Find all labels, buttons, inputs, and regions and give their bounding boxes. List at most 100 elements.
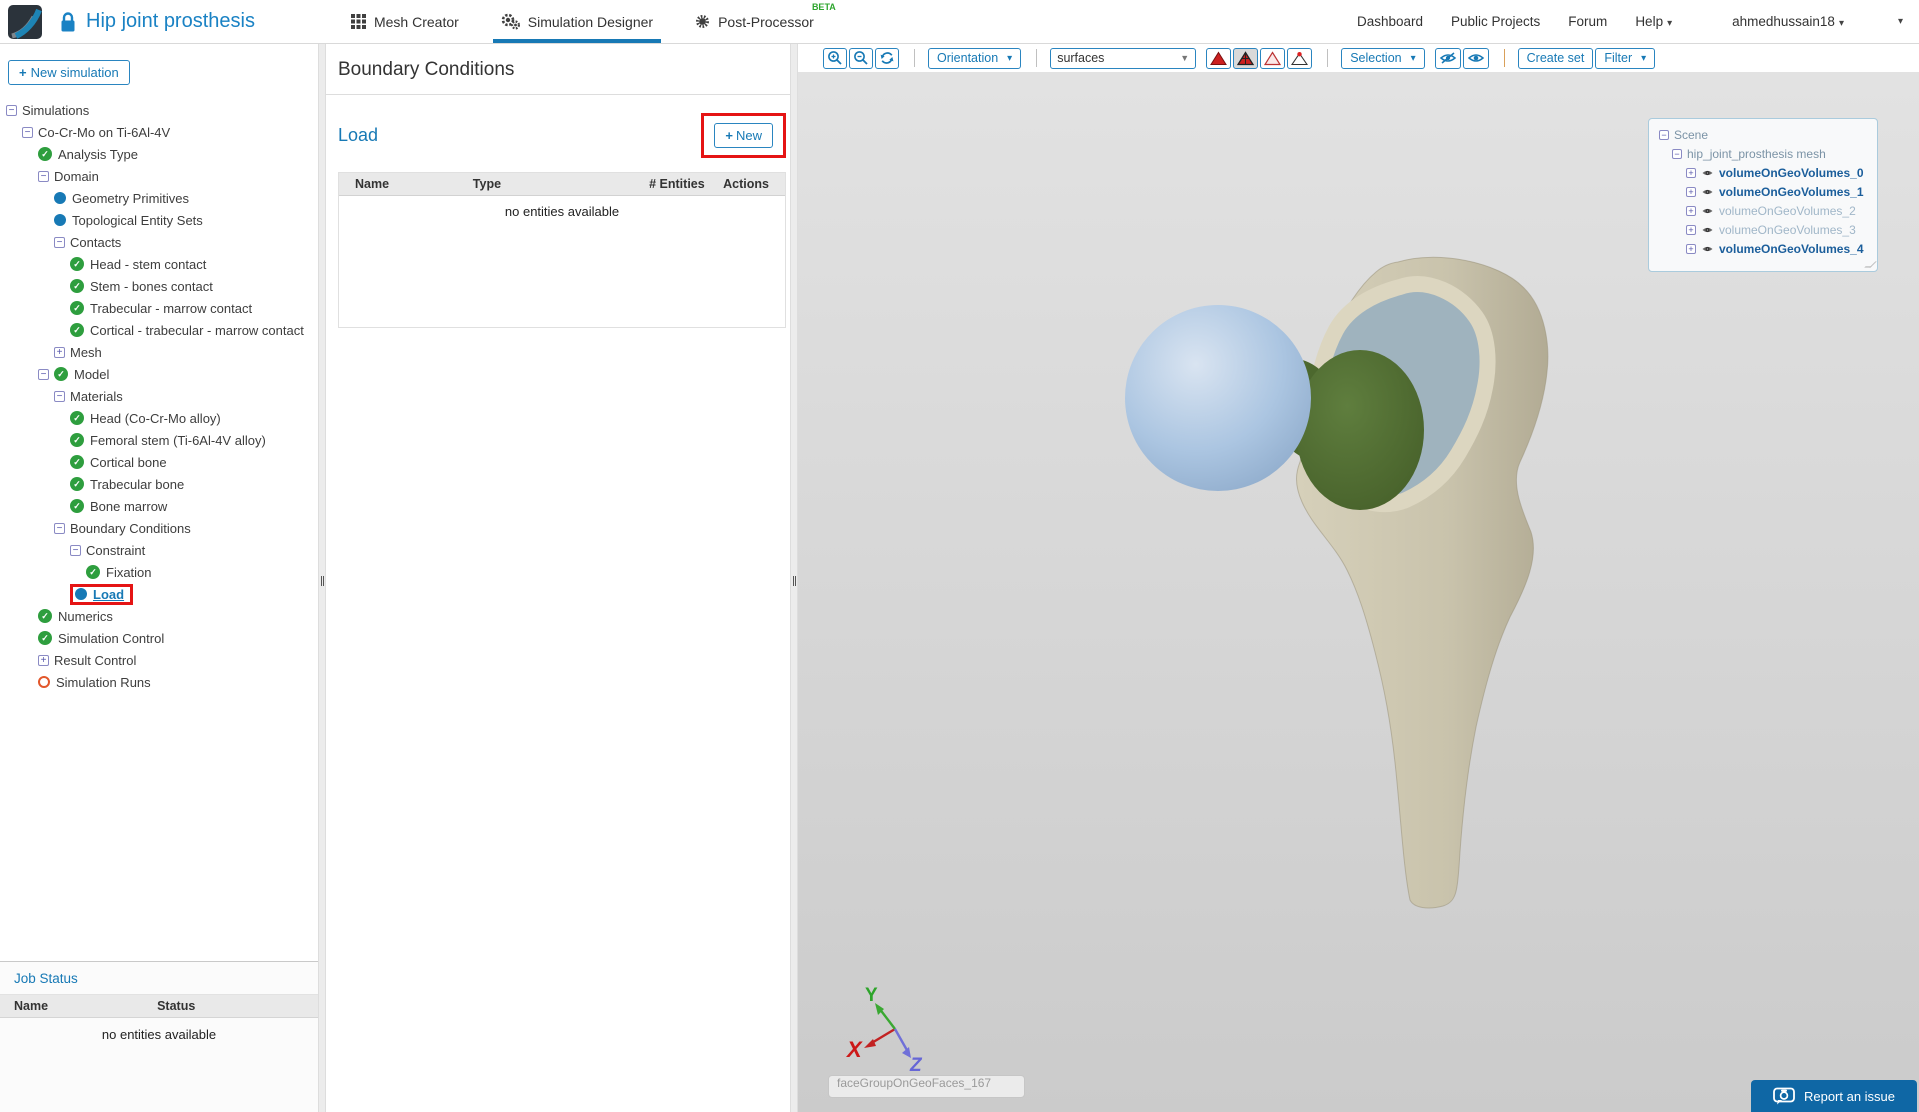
eye-icon[interactable] bbox=[1701, 206, 1714, 216]
tree-item-label: Simulation Runs bbox=[56, 674, 151, 690]
sidebar-tree-item[interactable]: ✓ Analysis Type bbox=[0, 143, 318, 165]
sidebar-tree-item[interactable]: Simulation Runs bbox=[0, 671, 318, 693]
create-set-button[interactable]: Create set bbox=[1517, 47, 1594, 69]
resize-grip-icon[interactable] bbox=[1864, 261, 1877, 268]
render-mode-points-button[interactable] bbox=[1287, 47, 1313, 69]
tree-expander-icon[interactable]: + bbox=[38, 654, 49, 666]
sidebar-tree-item[interactable]: − Co-Cr-Mo on Ti-6Al-4V bbox=[0, 121, 318, 143]
face-name-input[interactable] bbox=[828, 1075, 1025, 1098]
sidebar-tree-item[interactable]: − Constraint bbox=[0, 539, 318, 561]
hide-selected-button[interactable] bbox=[1434, 47, 1461, 69]
scene-volume-row[interactable]: + volumeOnGeoVolumes_2 bbox=[1659, 203, 1871, 219]
render-mode-select[interactable]: surfaces ▼ bbox=[1050, 47, 1197, 69]
nav-public-projects[interactable]: Public Projects bbox=[1451, 14, 1540, 29]
nav-dashboard[interactable]: Dashboard bbox=[1357, 14, 1423, 29]
3d-canvas[interactable]: X Y Z − Scene − hip_joint_prosthesis mes… bbox=[798, 72, 1919, 1112]
sidebar-tree-item[interactable]: − Simulations bbox=[0, 99, 318, 121]
tree-expander-icon[interactable]: + bbox=[54, 346, 65, 358]
eye-icon[interactable] bbox=[1701, 168, 1714, 178]
sidebar-tree-item[interactable]: − Materials bbox=[0, 385, 318, 407]
scene-volume-row[interactable]: + volumeOnGeoVolumes_0 bbox=[1659, 165, 1871, 181]
load-table-empty-text: no entities available bbox=[504, 204, 620, 219]
sidebar-tree-item[interactable]: ✓ Fixation bbox=[0, 561, 318, 583]
sidebar-tree-item[interactable]: Load bbox=[0, 583, 318, 605]
sidebar-tree-item[interactable]: − ✓ Model bbox=[0, 363, 318, 385]
eye-icon[interactable] bbox=[1701, 187, 1714, 197]
render-mode-wireframe-button[interactable] bbox=[1260, 47, 1286, 69]
scene-volume-row[interactable]: + volumeOnGeoVolumes_1 bbox=[1659, 184, 1871, 200]
filter-button[interactable]: Filter ▾ bbox=[1595, 47, 1656, 69]
panel-splitter-right[interactable] bbox=[790, 44, 798, 1112]
nav-help[interactable]: Help ▾ bbox=[1635, 14, 1672, 29]
eye-icon[interactable] bbox=[1701, 244, 1714, 254]
tree-expand-icon[interactable]: + bbox=[1686, 244, 1696, 254]
tree-expander-icon[interactable]: − bbox=[54, 390, 65, 402]
sidebar-tree-item[interactable]: ✓ Cortical bone bbox=[0, 451, 318, 473]
sidebar-tree-item[interactable]: ✓ Head (Co-Cr-Mo alloy) bbox=[0, 407, 318, 429]
sidebar-tree-item[interactable]: ✓ Cortical - trabecular - marrow contact bbox=[0, 319, 318, 341]
orientation-button[interactable]: Orientation ▾ bbox=[928, 47, 1022, 69]
eye-icon[interactable] bbox=[1701, 225, 1714, 235]
tree-expander-icon[interactable]: − bbox=[54, 522, 65, 534]
tree-status-icon bbox=[54, 192, 66, 204]
tree-expander-icon[interactable]: − bbox=[54, 236, 65, 248]
render-mode-surfaces-edges-button[interactable] bbox=[1233, 47, 1259, 69]
panel-title: Boundary Conditions bbox=[326, 44, 790, 95]
column-header: Status bbox=[157, 999, 196, 1013]
sidebar-tree-item[interactable]: ✓ Femoral stem (Ti-6Al-4V alloy) bbox=[0, 429, 318, 451]
tree-collapse-icon[interactable]: − bbox=[1672, 149, 1682, 159]
sidebar-tree-item[interactable]: ✓ Trabecular - marrow contact bbox=[0, 297, 318, 319]
nav-forum[interactable]: Forum bbox=[1568, 14, 1607, 29]
sidebar-tree-item[interactable]: ✓ Numerics bbox=[0, 605, 318, 627]
sidebar-tree-item[interactable]: ✓ Bone marrow bbox=[0, 495, 318, 517]
app-header: Hip joint prosthesis Mesh Creator Simula… bbox=[0, 0, 1919, 44]
scene-root-row[interactable]: − Scene bbox=[1659, 127, 1871, 143]
scene-volume-row[interactable]: + volumeOnGeoVolumes_3 bbox=[1659, 222, 1871, 238]
zoom-in-button[interactable] bbox=[823, 47, 847, 69]
sidebar-tree-item[interactable]: − Domain bbox=[0, 165, 318, 187]
sidebar-tree-item[interactable]: + Mesh bbox=[0, 341, 318, 363]
sidebar-tree-item[interactable]: − Boundary Conditions bbox=[0, 517, 318, 539]
app-logo-icon[interactable] bbox=[8, 4, 42, 39]
show-selected-button[interactable] bbox=[1462, 47, 1489, 69]
tree-expander-icon[interactable]: − bbox=[38, 368, 49, 380]
sidebar-tree-item[interactable]: Topological Entity Sets bbox=[0, 209, 318, 231]
sidebar-tree-item[interactable]: Geometry Primitives bbox=[0, 187, 318, 209]
sidebar-tree-item[interactable]: ✓ Simulation Control bbox=[0, 627, 318, 649]
sidebar-tree-item[interactable]: ✓ Trabecular bone bbox=[0, 473, 318, 495]
panel-splitter-left[interactable] bbox=[318, 44, 326, 1112]
tree-item-label: Constraint bbox=[86, 542, 146, 558]
report-issue-button[interactable]: Report an issue bbox=[1751, 1080, 1917, 1112]
overflow-menu-chevron-icon[interactable]: ▾ bbox=[1898, 16, 1903, 27]
tree-expand-icon[interactable]: + bbox=[1686, 206, 1696, 216]
tree-expand-icon[interactable]: + bbox=[1686, 225, 1696, 235]
tab-simulation-designer[interactable]: Simulation Designer bbox=[492, 0, 662, 43]
tree-item-label: Model bbox=[74, 366, 110, 382]
zoom-out-button[interactable] bbox=[849, 47, 873, 69]
sidebar-tree-item[interactable]: + Result Control bbox=[0, 649, 318, 671]
tab-label: Simulation Designer bbox=[527, 13, 654, 30]
scene-mesh-row[interactable]: − hip_joint_prosthesis mesh bbox=[1659, 146, 1871, 162]
new-load-button[interactable]: + New bbox=[714, 123, 773, 148]
tree-collapse-icon[interactable]: − bbox=[1659, 130, 1669, 140]
new-simulation-button[interactable]: + New simulation bbox=[8, 60, 130, 85]
sidebar-tree-item[interactable]: ✓ Head - stem contact bbox=[0, 253, 318, 275]
tab-post-processor[interactable]: Post-Processor BETA bbox=[691, 0, 836, 43]
tree-expand-icon[interactable]: + bbox=[1686, 168, 1696, 178]
refresh-view-button[interactable] bbox=[875, 47, 899, 69]
chevron-down-icon: ▾ bbox=[1007, 52, 1013, 64]
tree-status-icon: ✓ bbox=[38, 631, 52, 645]
tree-expander-icon[interactable]: − bbox=[38, 170, 49, 182]
tree-expander-icon[interactable]: − bbox=[22, 126, 33, 138]
tree-expander-icon[interactable]: − bbox=[6, 104, 17, 116]
sidebar-tree-item[interactable]: − Contacts bbox=[0, 231, 318, 253]
render-mode-surfaces-solid-button[interactable] bbox=[1206, 47, 1232, 69]
selection-button[interactable]: Selection ▾ bbox=[1341, 47, 1425, 69]
sidebar-tree-item[interactable]: ✓ Stem - bones contact bbox=[0, 275, 318, 297]
tree-expander-icon[interactable]: − bbox=[70, 544, 81, 556]
tree-status-icon: ✓ bbox=[38, 609, 52, 623]
tab-mesh-creator[interactable]: Mesh Creator bbox=[347, 0, 463, 43]
user-menu[interactable]: ahmedhussain18 ▾ bbox=[1732, 14, 1844, 29]
tree-expand-icon[interactable]: + bbox=[1686, 187, 1696, 197]
scene-volume-row[interactable]: + volumeOnGeoVolumes_4 bbox=[1659, 241, 1871, 257]
